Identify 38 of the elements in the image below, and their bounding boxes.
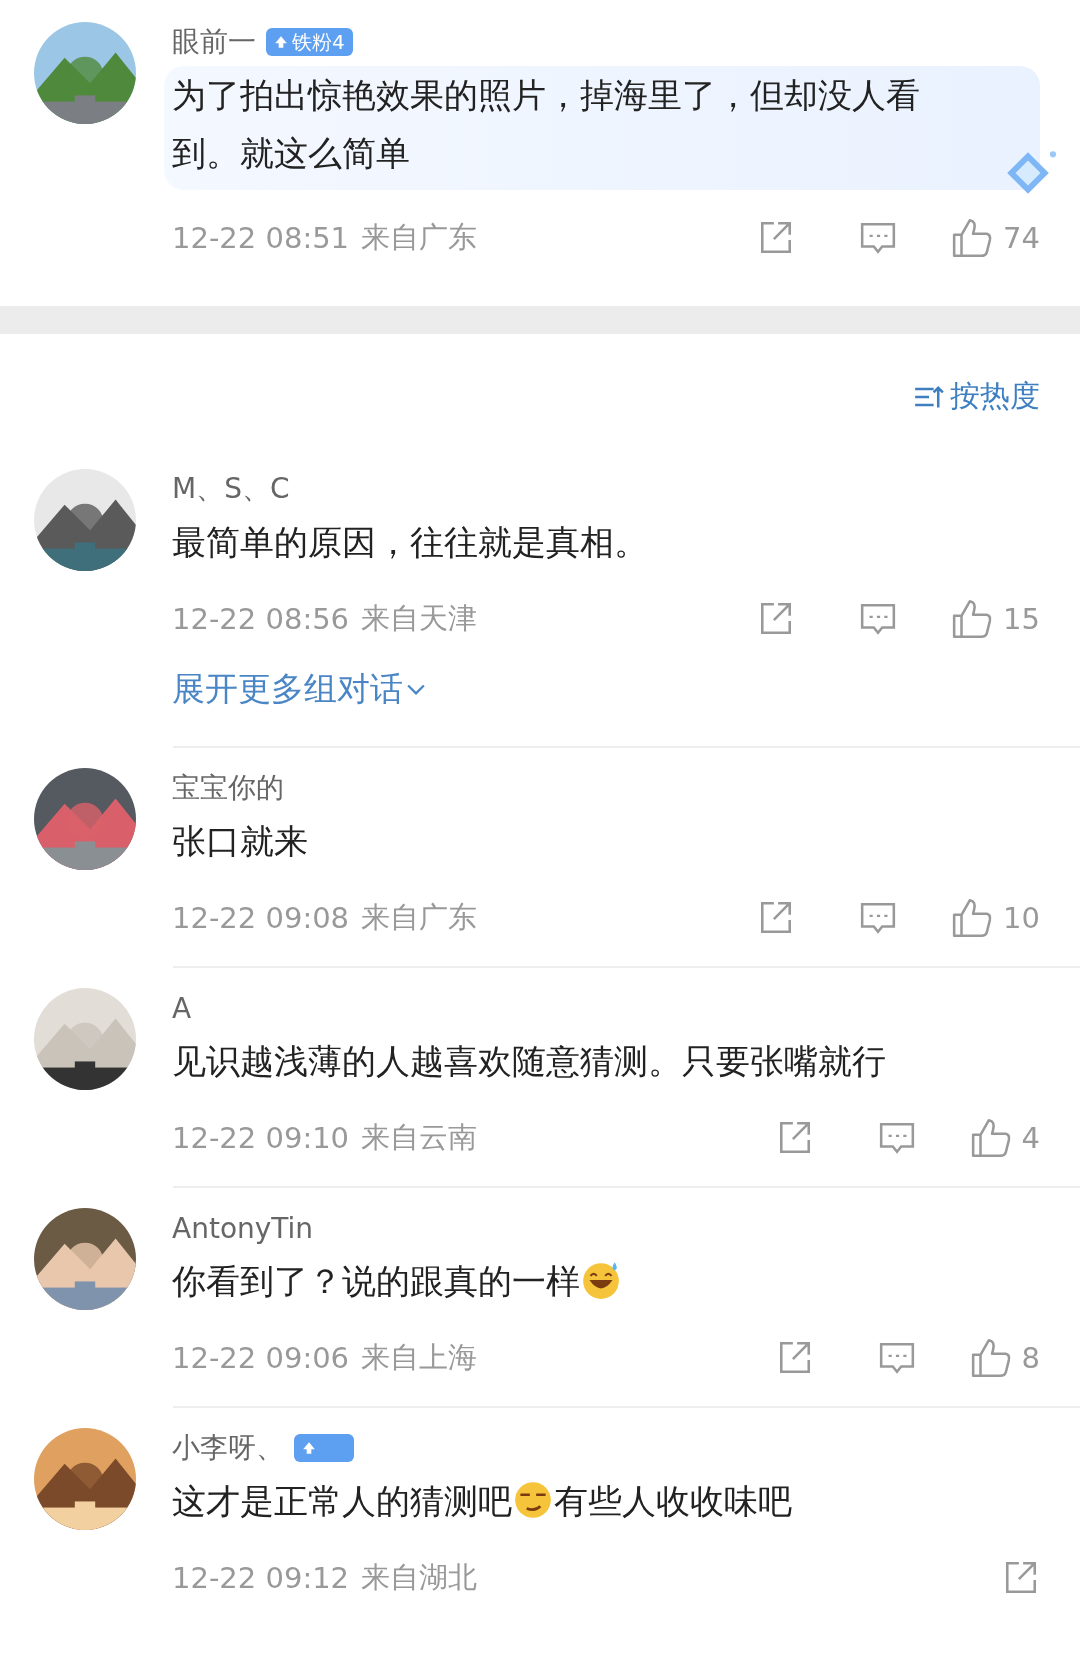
comment-location: 来自湖北 (361, 1559, 478, 1596)
user-name[interactable]: 眼前一 (172, 23, 256, 61)
user-name[interactable]: AntonyTin (172, 1211, 314, 1245)
comment-location: 来自上海 (361, 1339, 478, 1376)
user-name[interactable]: 宝宝你的 (172, 769, 284, 807)
smirk-emoji-icon (512, 1479, 554, 1521)
expand-replies-link[interactable]: 展开更多组对话 (172, 667, 425, 746)
like-button[interactable]: 8 (969, 1337, 1040, 1379)
sweat-smile-emoji-icon (580, 1259, 622, 1301)
like-button[interactable]: 10 (951, 897, 1040, 939)
chevron-down-icon (407, 683, 425, 696)
comment-location: 来自广东 (361, 219, 478, 256)
comment-location: 来自广东 (361, 899, 478, 936)
comment-time: 12-22 08:51 (172, 221, 350, 255)
like-button[interactable]: 15 (951, 598, 1040, 640)
comment-time: 12-22 09:10 (172, 1121, 350, 1155)
comment-location: 来自云南 (361, 1119, 478, 1156)
comment-time: 12-22 09:08 (172, 901, 350, 935)
comment-text: 为了拍出惊艳效果的照片，掉海里了，但却没人看到。就这么简单 (172, 75, 920, 173)
comment-text: 张口就来 (172, 821, 308, 861)
comment-text: 见识越浅薄的人越喜欢随意猜测。只要张嘴就行 (172, 1041, 886, 1081)
comment-text: 这才是正常人的猜测吧 (172, 1481, 512, 1521)
comment-text: 你看到了？说的跟真的一样 (172, 1261, 580, 1301)
comment-time: 12-22 09:06 (172, 1341, 350, 1375)
sort-button[interactable]: 按热度 (914, 376, 1040, 417)
like-button[interactable]: 4 (969, 1117, 1040, 1159)
like-button[interactable]: 74 (951, 217, 1040, 259)
user-name[interactable]: 小李呀、 (172, 1429, 284, 1467)
sort-icon (914, 383, 944, 410)
fan-badge: 铁粉4 (266, 28, 353, 56)
comment-text: 有些人收收味吧 (554, 1481, 792, 1521)
comment-text: 最简单的原因，往往就是真相。 (172, 522, 648, 562)
comment-time: 12-22 08:56 (172, 602, 350, 636)
fan-badge (294, 1434, 354, 1462)
comment-time: 12-22 09:12 (172, 1561, 350, 1595)
user-name[interactable]: M、S、C (172, 470, 290, 508)
comment-location: 来自天津 (361, 600, 478, 637)
user-name[interactable]: A (172, 991, 192, 1025)
